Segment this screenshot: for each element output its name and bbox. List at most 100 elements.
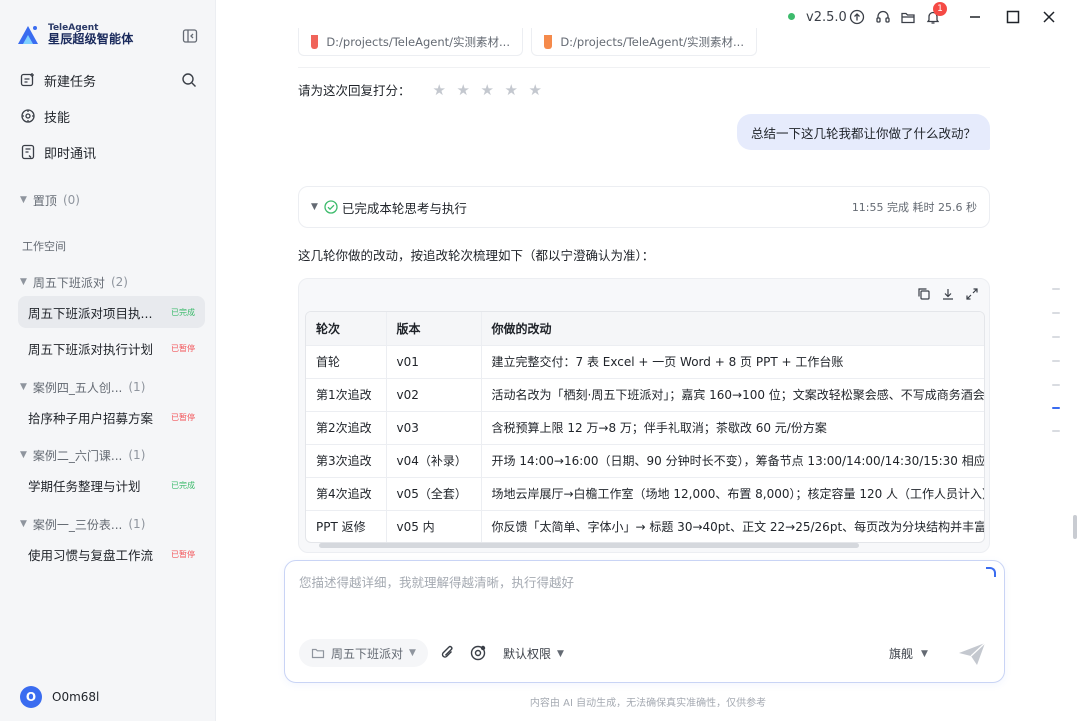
outline-marker[interactable] bbox=[1052, 336, 1060, 338]
table-row: 第2次追改 v03 含税预算上限 12 万→8 万；伴手礼取消；茶歇改 60 元… bbox=[306, 411, 984, 445]
sidebar-item-messaging[interactable]: 即时通讯 bbox=[20, 140, 96, 164]
workspace-group[interactable]: ▼ 周五下班派对 (2) bbox=[20, 272, 128, 292]
user-message-text: 总结一下这几轮我都让你做了什么改动？ bbox=[750, 125, 976, 141]
changes-table: 轮次 版本 你做的改动 首轮 v01 建立完整交付：7 表 Excel + 一页… bbox=[306, 312, 984, 542]
chevron-down-icon: ▼ bbox=[921, 648, 928, 659]
status-badge: 已暂停 bbox=[171, 549, 195, 559]
chat-scrollbar[interactable] bbox=[1073, 515, 1077, 539]
table-cell: v05 内 bbox=[386, 510, 482, 542]
chevron-down-icon: ▼ bbox=[20, 519, 27, 529]
sidebar-item-label: 技能 bbox=[44, 110, 71, 126]
app-version: v2.5.0 bbox=[806, 10, 847, 25]
thinking-status-card[interactable]: ▼ 已完成本轮思考与执行 11:55 完成 耗时 25.6 秒 bbox=[298, 186, 990, 228]
group-label: 案例四_五人创... bbox=[32, 380, 123, 395]
file-icon bbox=[544, 34, 553, 49]
workspace-group[interactable]: ▼ 案例二_六门课... (1) bbox=[20, 445, 145, 465]
file-attachment[interactable]: D:/projects/TeleAgent/实测素材... bbox=[531, 28, 757, 56]
ai-disclaimer: 内容由 AI 自动生成，无法确保真实准确性，仅供参考 bbox=[529, 698, 767, 709]
sidebar-collapse-icon[interactable] bbox=[182, 28, 198, 44]
group-label: 周五下班派对 bbox=[32, 275, 105, 290]
changes-table-card: 轮次 版本 你做的改动 首轮 v01 建立完整交付：7 表 Excel + 一页… bbox=[298, 278, 990, 553]
star-icon[interactable]: ★ bbox=[529, 82, 545, 98]
workspace-selector[interactable]: 周五下班派对 ▼ bbox=[299, 639, 428, 667]
chevron-down-icon: ▼ bbox=[311, 202, 318, 212]
tools-plugin-icon[interactable] bbox=[469, 644, 487, 662]
folder-icon bbox=[311, 648, 325, 659]
table-cell: v04（补录） bbox=[386, 444, 482, 478]
table-cell: 第3次追改 bbox=[306, 444, 387, 478]
outline-marker[interactable] bbox=[1052, 360, 1060, 362]
group-label: 案例二_六门课... bbox=[32, 448, 123, 463]
outline-marker[interactable] bbox=[1052, 288, 1060, 290]
download-icon[interactable] bbox=[941, 287, 955, 301]
folder-icon[interactable] bbox=[900, 9, 916, 25]
outline-marker-active[interactable] bbox=[1052, 407, 1060, 409]
table-cell: 场地云岸展厅→白檐工作室（场地 12,000、布置 8,000）；核定容量 12… bbox=[481, 477, 984, 511]
outline-marker[interactable] bbox=[1052, 384, 1060, 386]
group-count: (1) bbox=[128, 380, 146, 394]
message-input[interactable] bbox=[299, 575, 979, 590]
chevron-down-icon: ▼ bbox=[409, 648, 416, 658]
chevron-down-icon: ▼ bbox=[20, 382, 27, 392]
group-label: 案例一_三份表... bbox=[32, 517, 123, 532]
expand-icon[interactable] bbox=[965, 287, 979, 301]
task-item[interactable]: 周五下班派对项目执... 已完成 bbox=[18, 296, 205, 328]
upgrade-icon[interactable] bbox=[849, 9, 865, 25]
group-count: (1) bbox=[128, 448, 146, 462]
outline-marker[interactable] bbox=[1052, 312, 1060, 314]
maximize-icon[interactable] bbox=[1005, 9, 1021, 25]
pinned-group[interactable]: ▼ 置顶 (0) bbox=[20, 190, 80, 210]
attach-paperclip-icon[interactable] bbox=[439, 644, 457, 662]
task-item[interactable]: 学期任务整理与计划 已完成 bbox=[18, 469, 205, 501]
workspace-group[interactable]: ▼ 案例四_五人创... (1) bbox=[20, 377, 145, 397]
divider bbox=[298, 67, 990, 68]
star-icon[interactable]: ★ bbox=[457, 82, 473, 98]
star-icon[interactable]: ★ bbox=[433, 82, 449, 98]
table-cell: 第4次追改 bbox=[306, 477, 387, 511]
model-selector[interactable]: 旗舰 ▼ bbox=[889, 645, 928, 662]
sidebar-item-new-task[interactable]: 新建任务 bbox=[20, 68, 96, 92]
file-path: D:/projects/TeleAgent/实测素材... bbox=[326, 34, 510, 49]
task-name: 拾序种子用户招募方案 bbox=[28, 410, 154, 426]
star-icon[interactable]: ★ bbox=[505, 82, 521, 98]
sidebar-item-skills[interactable]: 技能 bbox=[20, 104, 70, 128]
star-icon[interactable]: ★ bbox=[481, 82, 497, 98]
model-label: 旗舰 bbox=[889, 647, 914, 661]
resize-corner-icon bbox=[986, 567, 996, 577]
table-cell: 第1次追改 bbox=[306, 378, 387, 412]
support-headset-icon[interactable] bbox=[875, 9, 891, 25]
permission-selector[interactable]: 默认权限 ▼ bbox=[503, 645, 564, 662]
sidebar-item-label: 新建任务 bbox=[44, 74, 97, 90]
table-row: 第4次追改 v05（全套） 场地云岸展厅→白檐工作室（场地 12,000、布置 … bbox=[306, 477, 984, 511]
task-item[interactable]: 周五下班派对执行计划 已暂停 bbox=[18, 332, 205, 364]
file-attachment[interactable]: D:/projects/TeleAgent/实测素材... bbox=[298, 28, 523, 56]
table-header-row: 轮次 版本 你做的改动 bbox=[306, 312, 984, 346]
minimize-icon[interactable] bbox=[967, 9, 983, 25]
brand-logo-icon bbox=[18, 26, 38, 45]
task-item[interactable]: 拾序种子用户招募方案 已暂停 bbox=[18, 401, 205, 433]
sidebar-item-label: 即时通讯 bbox=[44, 146, 97, 162]
file-path: D:/projects/TeleAgent/实测素材... bbox=[560, 34, 744, 49]
search-icon[interactable] bbox=[181, 72, 197, 88]
table-horizontal-scrollbar[interactable] bbox=[319, 543, 859, 548]
task-name: 周五下班派对项目执... bbox=[28, 305, 153, 321]
workspace-group[interactable]: ▼ 案例一_三份表... (1) bbox=[20, 514, 145, 534]
brand: TeleAgent 星辰超级智能体 bbox=[16, 23, 133, 46]
rating-prompt: 请为这次回复打分： bbox=[298, 83, 411, 98]
task-name: 周五下班派对执行计划 bbox=[28, 341, 154, 357]
chevron-down-icon: ▼ bbox=[20, 450, 27, 460]
table-row: 第3次追改 v04（补录） 开场 14:00→16:00（日期、90 分钟时长不… bbox=[306, 444, 984, 478]
copy-icon[interactable] bbox=[917, 287, 931, 301]
table-row: 首轮 v01 建立完整交付：7 表 Excel + 一页 Word + 8 页 … bbox=[306, 345, 984, 379]
check-circle-icon bbox=[324, 200, 338, 214]
task-item[interactable]: 使用习惯与复盘工作流 已暂停 bbox=[18, 538, 205, 570]
reply-intro: 这几轮你做的改动，按追改轮次梳理如下（都以宁澄确认为准）： bbox=[298, 248, 655, 263]
table-cell: 首轮 bbox=[306, 345, 387, 379]
outline-marker[interactable] bbox=[1052, 430, 1060, 432]
table-cell: 含税预算上限 12 万→8 万；伴手礼取消；茶歇改 60 元/份方案 bbox=[481, 411, 984, 445]
table-scroll-area[interactable]: 轮次 版本 你做的改动 首轮 v01 建立完整交付：7 表 Excel + 一页… bbox=[305, 311, 985, 543]
close-icon[interactable] bbox=[1041, 9, 1057, 25]
group-label: 置顶 bbox=[32, 193, 57, 208]
send-icon[interactable] bbox=[957, 641, 987, 667]
status-badge: 已暂停 bbox=[171, 412, 195, 422]
